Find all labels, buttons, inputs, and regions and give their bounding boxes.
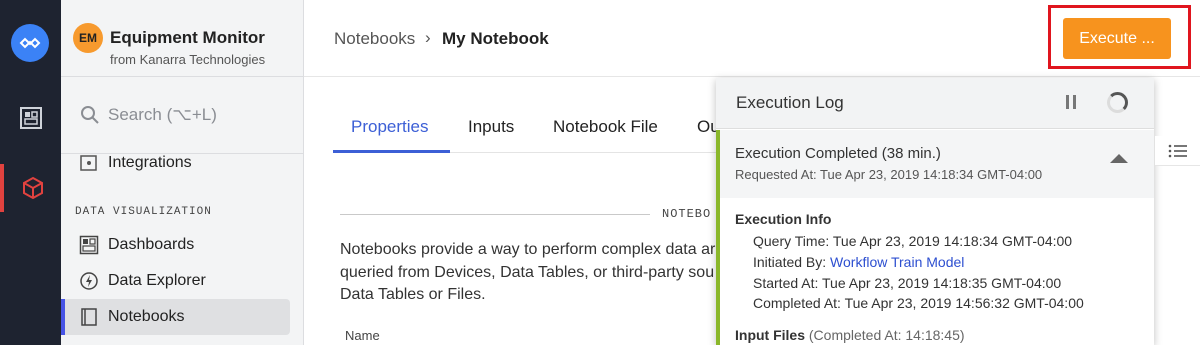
active-tab-indicator — [333, 150, 450, 153]
description-line: Data Tables or Files. — [340, 286, 486, 303]
sidebar-item-integrations[interactable]: Integrations — [61, 145, 304, 181]
name-field-label: Name — [345, 328, 380, 343]
list-view-toggle[interactable] — [1155, 136, 1200, 166]
tab-inputs[interactable]: Inputs — [468, 117, 514, 137]
org-subtitle: from Kanarra Technologies — [110, 52, 266, 67]
sidebar: EM Equipment Monitor from Kanarra Techno… — [61, 0, 304, 345]
initiated-by: Initiated By: Workflow Train Model — [753, 254, 964, 270]
loading-spinner-icon — [1107, 92, 1128, 113]
breadcrumb-separator: › — [425, 28, 431, 47]
org-name: Equipment Monitor — [110, 28, 265, 47]
execution-status: Execution Completed (38 min.) — [735, 145, 941, 162]
query-time: Query Time: Tue Apr 23, 2019 14:18:34 GM… — [753, 233, 1073, 249]
page-header: Notebooks › My Notebook Execute ... — [304, 0, 1200, 77]
sidebar-search[interactable]: Search (⌥+L) — [61, 77, 304, 154]
execution-log-entry: Execution Completed (38 min.) Requested … — [716, 130, 1154, 345]
data-explorer-icon — [80, 272, 98, 290]
list-icon — [1168, 144, 1187, 157]
org-switcher[interactable]: EM Equipment Monitor from Kanarra Techno… — [61, 0, 304, 77]
execution-log-title: Execution Log — [736, 93, 844, 112]
completed-at: Completed At: Tue Apr 23, 2019 14:56:32 … — [753, 295, 1084, 311]
sidebar-item-label: Notebooks — [108, 308, 185, 325]
page-title: My Notebook — [442, 29, 549, 48]
sidebar-item-dashboards[interactable]: Dashboards — [61, 227, 304, 263]
execution-summary[interactable]: Execution Completed (38 min.) Requested … — [720, 130, 1154, 198]
section-divider-line — [340, 214, 650, 215]
app-rail — [0, 0, 61, 345]
puzzle-icon — [80, 155, 97, 171]
rail-dashboard-icon[interactable] — [0, 94, 61, 142]
sidebar-item-label: Integrations — [108, 154, 192, 171]
execute-button[interactable]: Execute ... — [1063, 18, 1171, 59]
input-files: Input Files (Completed At: 14:18:45) — [735, 327, 965, 343]
execution-log-panel: Execution Log Execution Completed (38 mi… — [716, 78, 1154, 345]
tab-notebook-file[interactable]: Notebook File — [553, 117, 658, 137]
input-files-completed: (Completed At: 14:18:45) — [808, 327, 965, 343]
input-files-label: Input Files — [735, 327, 805, 343]
pause-icon[interactable] — [1066, 95, 1078, 109]
initiated-by-link[interactable]: Workflow Train Model — [830, 254, 964, 270]
sidebar-section-title: DATA VISUALIZATION — [75, 206, 212, 218]
execution-requested-at: Requested At: Tue Apr 23, 2019 14:18:34 … — [735, 167, 1043, 182]
tab-properties[interactable]: Properties — [351, 117, 428, 137]
breadcrumb-parent[interactable]: Notebooks — [334, 29, 415, 49]
sidebar-item-label: Data Explorer — [108, 272, 206, 289]
notebook-icon — [81, 308, 97, 326]
rail-cube-icon[interactable] — [0, 164, 61, 212]
app-logo-icon[interactable] — [11, 24, 49, 62]
description-line: Notebooks provide a way to perform compl… — [340, 241, 716, 258]
collapse-caret-icon[interactable] — [1110, 154, 1128, 163]
execution-info-title: Execution Info — [735, 211, 832, 227]
sidebar-item-notebooks[interactable]: Notebooks — [61, 299, 290, 335]
execution-log-header: Execution Log — [716, 78, 1154, 129]
sidebar-item-label: Dashboards — [108, 236, 195, 253]
description-line: queried from Devices, Data Tables, or th… — [340, 264, 715, 281]
search-input[interactable]: Search (⌥+L) — [108, 105, 217, 125]
dashboard-icon — [79, 235, 99, 255]
started-at: Started At: Tue Apr 23, 2019 14:18:35 GM… — [753, 275, 1062, 291]
search-icon — [81, 106, 99, 124]
sidebar-item-data-explorer[interactable]: Data Explorer — [61, 263, 304, 299]
org-avatar: EM — [73, 23, 103, 53]
initiated-by-label: Initiated By: — [753, 254, 831, 270]
section-divider-label: NOTEBO — [662, 207, 712, 221]
